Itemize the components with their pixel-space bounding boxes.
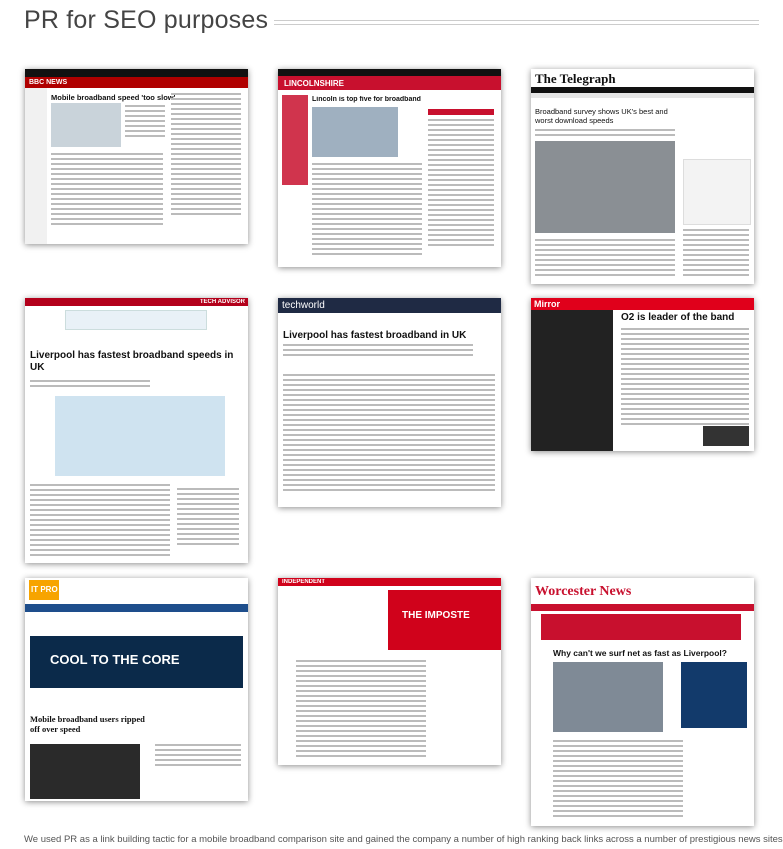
techworld-headline: Liverpool has fastest broadband in UK [283, 330, 467, 341]
itpro-banner-ad: COOL TO THE CORE [30, 636, 243, 688]
case-study-caption: We used PR as a link building tactic for… [24, 834, 783, 845]
lincs-header: LINCOLNSHIRE [278, 76, 501, 90]
worcester-headline: Why can't we surf net as fast as Liverpo… [553, 648, 727, 658]
telegraph-ad [683, 159, 751, 225]
bbc-headline: Mobile broadband speed 'too slow' [51, 93, 176, 102]
techadvisor-site-name: TECH ADVISOR [199, 299, 245, 305]
mirror-product-ad [703, 426, 749, 446]
worcester-side-ad [681, 662, 747, 728]
worcester-ad [541, 614, 741, 640]
independent-lead-image: THE IMPOSTE [388, 590, 501, 650]
thumbnail-itpro[interactable]: IT PRO COOL TO THE CORE Mobile broadband… [25, 578, 248, 801]
techworld-header: techworld [278, 298, 501, 313]
mirror-header: Mirror [531, 298, 754, 310]
lincs-topbar [278, 69, 501, 76]
section-heading: PR for SEO purposes [24, 6, 759, 35]
techadvisor-lead-image [55, 396, 225, 476]
techadvisor-headline: Liverpool has fastest broadband speeds i… [30, 350, 234, 373]
itpro-nav [25, 604, 248, 612]
itpro-logo: IT PRO [29, 580, 59, 600]
worcester-site-name: Worcester News [535, 584, 632, 599]
telegraph-lead-image [535, 141, 675, 233]
bbc-lead-image [51, 103, 121, 147]
bbc-sidebar [25, 88, 47, 244]
worcester-nav [531, 604, 754, 611]
lincs-headline: Lincoln is top five for broadband [312, 96, 421, 103]
bbc-site-name: BBC NEWS [29, 79, 68, 86]
itpro-banner-text: COOL TO THE CORE [50, 652, 180, 667]
independent-headline: THE IMPOSTE [402, 610, 470, 621]
itpro-site-name: IT PRO [31, 585, 58, 594]
techadvisor-ad [65, 310, 207, 330]
mirror-headline: O2 is leader of the band [621, 312, 735, 323]
telegraph-subnav [531, 93, 754, 98]
thumbnail-mirror[interactable]: Mirror O2 is leader of the band [531, 298, 754, 451]
bbc-topbar [25, 69, 248, 77]
thumbnail-telegraph[interactable]: The Telegraph Broadband survey shows UK'… [531, 69, 754, 284]
lincs-side-bar [428, 109, 494, 115]
itpro-lead-image [30, 744, 140, 799]
mirror-site-name: Mirror [534, 299, 561, 309]
lincs-site-name: LINCOLNSHIRE [284, 79, 344, 88]
itpro-headline: Mobile broadband users ripped off over s… [30, 714, 145, 735]
techworld-site-name: techworld [282, 300, 325, 311]
thumbnail-independent[interactable]: INDEPENDENT THE IMPOSTE [278, 578, 501, 765]
bbc-header: BBC NEWS [25, 77, 248, 88]
mirror-ad [531, 310, 613, 451]
worcester-lead-image [553, 662, 663, 732]
thumbnail-lincolnshire[interactable]: LINCOLNSHIRE Lincoln is top five for bro… [278, 69, 501, 267]
independent-header: INDEPENDENT [278, 578, 501, 586]
lincs-lead-image [312, 107, 398, 157]
lincs-sidebar [282, 95, 308, 185]
title-divider [274, 20, 759, 25]
thumbnail-tech-advisor[interactable]: TECH ADVISOR Liverpool has fastest broad… [25, 298, 248, 563]
techadvisor-header: TECH ADVISOR [25, 298, 248, 306]
telegraph-headline: Broadband survey shows UK's best and wor… [535, 107, 668, 125]
page-title: PR for SEO purposes [24, 6, 269, 34]
independent-site-name: INDEPENDENT [282, 579, 326, 585]
thumbnail-worcester-news[interactable]: Worcester News Why can't we surf net as … [531, 578, 754, 826]
thumbnail-techworld[interactable]: techworld Liverpool has fastest broadban… [278, 298, 501, 507]
thumbnail-bbc-news[interactable]: BBC NEWS Mobile broadband speed 'too slo… [25, 69, 248, 244]
telegraph-site-name: The Telegraph [535, 71, 616, 86]
